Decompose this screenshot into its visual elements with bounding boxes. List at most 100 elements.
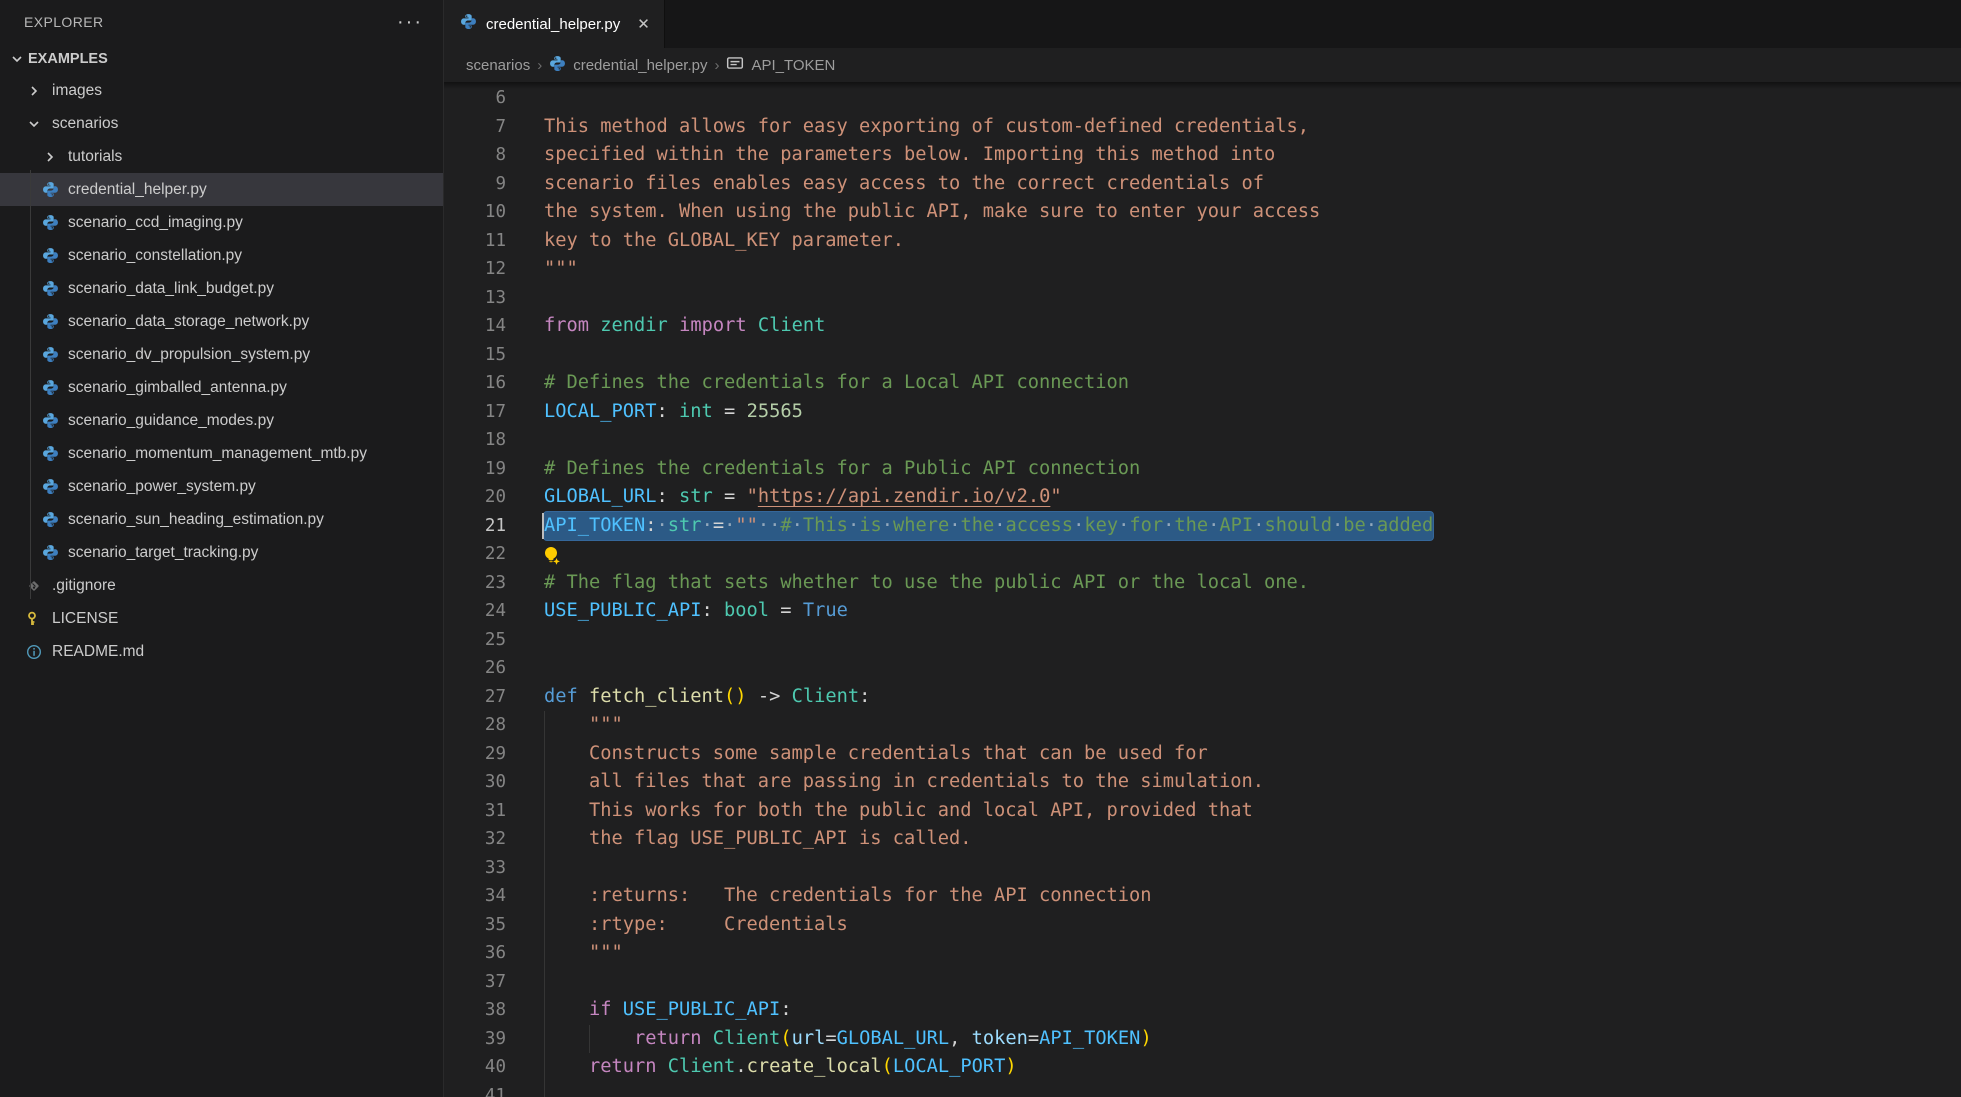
code-content-30[interactable]: all files that are passing in credential…	[506, 768, 1961, 797]
code-content-22[interactable]	[506, 540, 1961, 569]
line-number-25[interactable]: 25	[444, 626, 506, 655]
sidebar-item-scenario-power-system-py[interactable]: scenario_power_system.py	[0, 470, 443, 503]
sidebar-item-scenario-dv-propulsion-system-py[interactable]: scenario_dv_propulsion_system.py	[0, 338, 443, 371]
lightbulb-icon[interactable]	[542, 545, 562, 567]
line-number-15[interactable]: 15	[444, 341, 506, 370]
code-content-26[interactable]	[506, 654, 1961, 683]
code-content-18[interactable]	[506, 426, 1961, 455]
code-content-16[interactable]: # Defines the credentials for a Local AP…	[506, 369, 1961, 398]
code-content-38[interactable]: if USE_PUBLIC_API:	[506, 996, 1961, 1025]
code-content-21[interactable]: API_TOKEN:·str·=·""··#·This·is·where·the…	[506, 512, 1961, 541]
sidebar-item-scenarios[interactable]: scenarios	[0, 107, 443, 140]
sidebar-item-credential-helper-py[interactable]: credential_helper.py	[0, 173, 443, 206]
code-content-15[interactable]	[506, 341, 1961, 370]
line-number-27[interactable]: 27	[444, 683, 506, 712]
sidebar-item-images[interactable]: images	[0, 74, 443, 107]
code-content-20[interactable]: GLOBAL_URL: str = "https://api.zendir.io…	[506, 483, 1961, 512]
line-number-10[interactable]: 10	[444, 198, 506, 227]
code-content-39[interactable]: return Client(url=GLOBAL_URL, token=API_…	[506, 1025, 1961, 1054]
sidebar-item-readme-md[interactable]: README.md	[0, 635, 443, 668]
line-number-26[interactable]: 26	[444, 654, 506, 683]
code-content-7[interactable]: This method allows for easy exporting of…	[506, 113, 1961, 142]
line-number-34[interactable]: 34	[444, 882, 506, 911]
line-number-18[interactable]: 18	[444, 426, 506, 455]
code-content-34[interactable]: :returns: The credentials for the API co…	[506, 882, 1961, 911]
line-number-28[interactable]: 28	[444, 711, 506, 740]
code-content-29[interactable]: Constructs some sample credentials that …	[506, 740, 1961, 769]
line-number-9[interactable]: 9	[444, 170, 506, 199]
code-content-19[interactable]: # Defines the credentials for a Public A…	[506, 455, 1961, 484]
code-content-14[interactable]: from zendir import Client	[506, 312, 1961, 341]
sidebar-item-scenario-constellation-py[interactable]: scenario_constellation.py	[0, 239, 443, 272]
code-content-33[interactable]	[506, 854, 1961, 883]
close-icon[interactable]: ✕	[637, 15, 650, 33]
code-content-41[interactable]	[506, 1082, 1961, 1097]
code-content-10[interactable]: the system. When using the public API, m…	[506, 198, 1961, 227]
sidebar-item-tutorials[interactable]: tutorials	[0, 140, 443, 173]
sidebar-item-scenario-sun-heading-estimation-py[interactable]: scenario_sun_heading_estimation.py	[0, 503, 443, 536]
sidebar-item-scenario-ccd-imaging-py[interactable]: scenario_ccd_imaging.py	[0, 206, 443, 239]
sidebar-item-scenario-data-storage-network-py[interactable]: scenario_data_storage_network.py	[0, 305, 443, 338]
line-number-23[interactable]: 23	[444, 569, 506, 598]
line-number-40[interactable]: 40	[444, 1053, 506, 1082]
line-number-16[interactable]: 16	[444, 369, 506, 398]
line-number-33[interactable]: 33	[444, 854, 506, 883]
more-actions-icon[interactable]: ···	[397, 17, 423, 27]
code-content-6[interactable]	[506, 84, 1961, 113]
sidebar-item-scenario-momentum-management-mtb-py[interactable]: scenario_momentum_management_mtb.py	[0, 437, 443, 470]
line-number-36[interactable]: 36	[444, 939, 506, 968]
line-number-17[interactable]: 17	[444, 398, 506, 427]
sidebar-item-scenario-gimballed-antenna-py[interactable]: scenario_gimballed_antenna.py	[0, 371, 443, 404]
line-number-31[interactable]: 31	[444, 797, 506, 826]
tab-credential-helper[interactable]: credential_helper.py ✕	[444, 0, 665, 48]
section-header-examples[interactable]: EXAMPLES	[0, 44, 443, 74]
line-number-38[interactable]: 38	[444, 996, 506, 1025]
sidebar-item-scenario-target-tracking-py[interactable]: scenario_target_tracking.py	[0, 536, 443, 569]
line-number-6[interactable]: 6	[444, 84, 506, 113]
code-editor[interactable]: 67This method allows for easy exporting …	[444, 82, 1961, 1097]
sidebar-item--gitignore[interactable]: .gitignore	[0, 569, 443, 602]
line-number-41[interactable]: 41	[444, 1082, 506, 1097]
code-content-37[interactable]	[506, 968, 1961, 997]
line-number-32[interactable]: 32	[444, 825, 506, 854]
breadcrumb-item-credential-helper-py[interactable]: credential_helper.py	[573, 57, 707, 74]
code-content-27[interactable]: def fetch_client() -> Client:	[506, 683, 1961, 712]
line-number-19[interactable]: 19	[444, 455, 506, 484]
code-content-11[interactable]: key to the GLOBAL_KEY parameter.	[506, 227, 1961, 256]
line-number-13[interactable]: 13	[444, 284, 506, 313]
line-number-30[interactable]: 30	[444, 768, 506, 797]
code-content-35[interactable]: :rtype: Credentials	[506, 911, 1961, 940]
code-content-23[interactable]: # The flag that sets whether to use the …	[506, 569, 1961, 598]
line-number-29[interactable]: 29	[444, 740, 506, 769]
code-content-32[interactable]: the flag USE_PUBLIC_API is called.	[506, 825, 1961, 854]
code-content-36[interactable]: """	[506, 939, 1961, 968]
line-number-21[interactable]: 21	[444, 512, 506, 541]
line-number-22[interactable]: 22	[444, 540, 506, 569]
code-content-28[interactable]: """	[506, 711, 1961, 740]
breadcrumb-item-api-token[interactable]: API_TOKEN	[751, 57, 835, 74]
sidebar-item-scenario-data-link-budget-py[interactable]: scenario_data_link_budget.py	[0, 272, 443, 305]
code-content-25[interactable]	[506, 626, 1961, 655]
line-number-35[interactable]: 35	[444, 911, 506, 940]
line-number-7[interactable]: 7	[444, 113, 506, 142]
code-content-31[interactable]: This works for both the public and local…	[506, 797, 1961, 826]
breadcrumb-item-scenarios[interactable]: scenarios	[466, 57, 530, 74]
line-number-12[interactable]: 12	[444, 255, 506, 284]
sidebar-item-scenario-guidance-modes-py[interactable]: scenario_guidance_modes.py	[0, 404, 443, 437]
line-number-20[interactable]: 20	[444, 483, 506, 512]
code-content-13[interactable]	[506, 284, 1961, 313]
code-content-8[interactable]: specified within the parameters below. I…	[506, 141, 1961, 170]
code-content-9[interactable]: scenario files enables easy access to th…	[506, 170, 1961, 199]
code-content-40[interactable]: return Client.create_local(LOCAL_PORT)	[506, 1053, 1961, 1082]
line-number-24[interactable]: 24	[444, 597, 506, 626]
line-number-8[interactable]: 8	[444, 141, 506, 170]
code-content-24[interactable]: USE_PUBLIC_API: bool = True	[506, 597, 1961, 626]
code-action-lightbulb[interactable]	[542, 542, 562, 571]
line-number-11[interactable]: 11	[444, 227, 506, 256]
line-number-14[interactable]: 14	[444, 312, 506, 341]
line-number-39[interactable]: 39	[444, 1025, 506, 1054]
code-content-12[interactable]: """	[506, 255, 1961, 284]
code-content-17[interactable]: LOCAL_PORT: int = 25565	[506, 398, 1961, 427]
line-number-37[interactable]: 37	[444, 968, 506, 997]
sidebar-item-license[interactable]: LICENSE	[0, 602, 443, 635]
